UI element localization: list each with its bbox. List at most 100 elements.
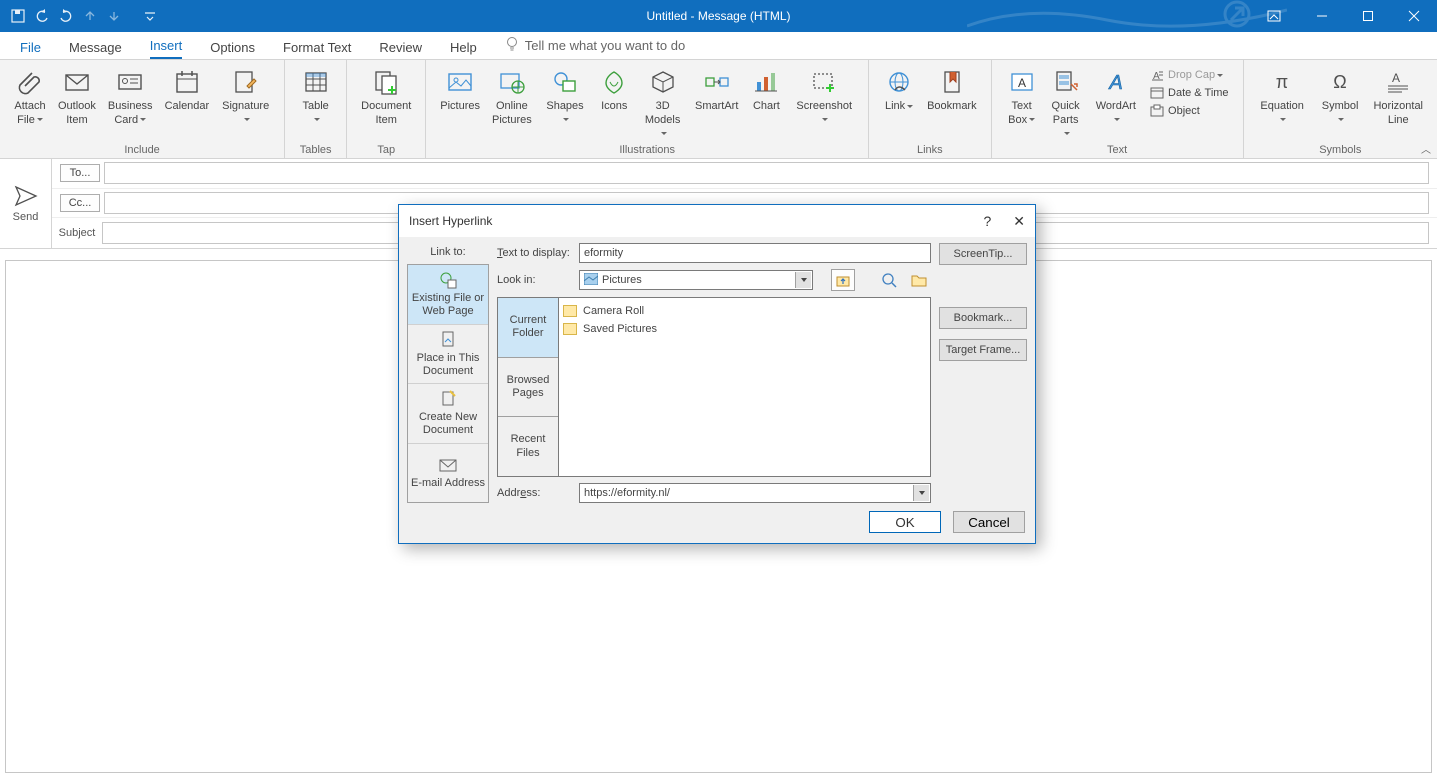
pictures-icon <box>444 66 476 98</box>
dialog-close-icon[interactable]: ✕ <box>1013 213 1025 230</box>
to-button[interactable]: To... <box>60 164 100 182</box>
dropdown-arrow-icon[interactable] <box>913 485 929 501</box>
dialog-help-icon[interactable]: ? <box>983 213 991 230</box>
icons-button[interactable]: Icons <box>592 64 636 144</box>
smartart-button[interactable]: SmartArt <box>689 64 744 144</box>
date-time-button[interactable]: Date & Time <box>1150 86 1229 100</box>
redo-icon[interactable] <box>58 8 74 24</box>
table-icon <box>300 66 332 98</box>
text-box-button[interactable]: AText Box <box>1000 64 1044 144</box>
3d-models-button[interactable]: 3D Models <box>636 64 689 144</box>
chart-button[interactable]: Chart <box>744 64 788 144</box>
file-item[interactable]: Saved Pictures <box>563 320 926 338</box>
3d-models-icon <box>647 66 679 98</box>
file-list[interactable]: Camera Roll Saved Pictures <box>559 297 931 477</box>
horizontal-line-button[interactable]: AHorizontal Line <box>1367 64 1429 144</box>
tab-format-text[interactable]: Format Text <box>283 40 351 59</box>
browse-file-button[interactable] <box>907 269 931 291</box>
dropcap-icon: A <box>1150 68 1164 82</box>
ribbon: Attach File Outlook Item Business Card C… <box>0 60 1437 159</box>
cc-button[interactable]: Cc... <box>60 194 100 212</box>
linkto-email-address[interactable]: E-mail Address <box>408 444 488 503</box>
maximize-button[interactable] <box>1345 0 1391 32</box>
link-to-label: Link to: <box>407 243 489 264</box>
table-button[interactable]: Table <box>293 64 338 144</box>
to-field[interactable] <box>104 162 1429 184</box>
linkto-create-new-doc[interactable]: Create New Document <box>408 384 488 444</box>
close-button[interactable] <box>1391 0 1437 32</box>
next-icon[interactable] <box>106 8 122 24</box>
text-to-display-input[interactable]: eformity <box>579 243 931 263</box>
screenshot-button[interactable]: Screenshot <box>788 64 860 144</box>
group-tap-label: Tap <box>347 144 425 158</box>
envelope-icon <box>61 66 93 98</box>
ribbon-display-options[interactable] <box>1251 0 1297 32</box>
svg-text:Ω: Ω <box>1333 72 1346 92</box>
wordart-icon: A <box>1100 66 1132 98</box>
text-to-display-label: Text to display: <box>497 247 573 259</box>
tab-help[interactable]: Help <box>450 40 477 59</box>
minimize-button[interactable] <box>1299 0 1345 32</box>
shapes-button[interactable]: Shapes <box>538 64 592 144</box>
browse-web-button[interactable] <box>877 269 901 291</box>
ok-button[interactable]: OK <box>869 511 941 533</box>
prev-icon[interactable] <box>82 8 98 24</box>
quick-parts-button[interactable]: Quick Parts <box>1044 64 1088 144</box>
object-button[interactable]: Object <box>1150 104 1229 118</box>
qat-customize-icon[interactable] <box>142 8 158 24</box>
signature-button[interactable]: Signature <box>215 64 276 144</box>
target-frame-button[interactable]: Target Frame... <box>939 339 1027 361</box>
hline-icon: A <box>1382 66 1414 98</box>
equation-icon: π <box>1266 66 1298 98</box>
cancel-button[interactable]: Cancel <box>953 511 1025 533</box>
navtab-browsed-pages[interactable]: Browsed Pages <box>498 358 558 418</box>
equation-button[interactable]: πEquation <box>1252 64 1313 144</box>
file-item[interactable]: Camera Roll <box>563 302 926 320</box>
look-in-label: Look in: <box>497 274 573 286</box>
smartart-icon <box>701 66 733 98</box>
save-icon[interactable] <box>10 8 26 24</box>
calendar-icon <box>171 66 203 98</box>
tab-options[interactable]: Options <box>210 40 255 59</box>
tab-insert[interactable]: Insert <box>150 38 183 59</box>
send-button[interactable]: Send <box>0 159 52 248</box>
collapse-ribbon-icon[interactable]: ︿ <box>1421 141 1431 156</box>
wordart-button[interactable]: AWordArt <box>1088 64 1144 144</box>
svg-text:A: A <box>1018 76 1026 90</box>
look-in-combo[interactable]: Pictures <box>579 270 813 290</box>
link-button[interactable]: Link <box>877 64 921 144</box>
pictures-button[interactable]: Pictures <box>434 64 486 144</box>
tab-message[interactable]: Message <box>69 40 122 59</box>
tab-review[interactable]: Review <box>379 40 422 59</box>
undo-icon[interactable] <box>34 8 50 24</box>
dialog-title: Insert Hyperlink <box>409 214 492 228</box>
bookmark-dialog-button[interactable]: Bookmark... <box>939 307 1027 329</box>
navtab-current-folder[interactable]: Current Folder <box>498 298 558 358</box>
drop-cap-button[interactable]: ADrop Cap <box>1150 68 1229 82</box>
document-item-button[interactable]: Document Item <box>355 64 417 144</box>
address-input[interactable]: https://eformity.nl/ <box>579 483 931 503</box>
pictures-folder-icon <box>584 273 598 288</box>
screentip-button[interactable]: ScreenTip... <box>939 243 1027 265</box>
paperclip-icon <box>14 66 46 98</box>
outlook-item-button[interactable]: Outlook Item <box>52 64 102 144</box>
up-one-level-button[interactable] <box>831 269 855 291</box>
bookmark-button[interactable]: Bookmark <box>921 64 983 144</box>
business-card-button[interactable]: Business Card <box>102 64 159 144</box>
tell-me-search[interactable]: Tell me what you want to do <box>505 36 685 59</box>
tab-file[interactable]: File <box>20 40 41 59</box>
dropdown-arrow-icon[interactable] <box>795 272 811 288</box>
online-pictures-button[interactable]: Online Pictures <box>486 64 538 144</box>
address-label: Address: <box>497 487 573 499</box>
shapes-icon <box>549 66 581 98</box>
navtab-recent-files[interactable]: Recent Files <box>498 417 558 476</box>
folder-icon <box>563 323 577 335</box>
attach-file-button[interactable]: Attach File <box>8 64 52 144</box>
symbol-button[interactable]: ΩSymbol <box>1313 64 1368 144</box>
calendar-button[interactable]: Calendar <box>159 64 216 144</box>
quick-parts-icon <box>1050 66 1082 98</box>
insert-hyperlink-dialog: Insert Hyperlink ? ✕ Link to: Existing F… <box>398 204 1036 544</box>
linkto-place-in-doc[interactable]: Place in This Document <box>408 325 488 385</box>
linkto-existing-file[interactable]: Existing File or Web Page <box>408 265 488 325</box>
card-icon <box>114 66 146 98</box>
